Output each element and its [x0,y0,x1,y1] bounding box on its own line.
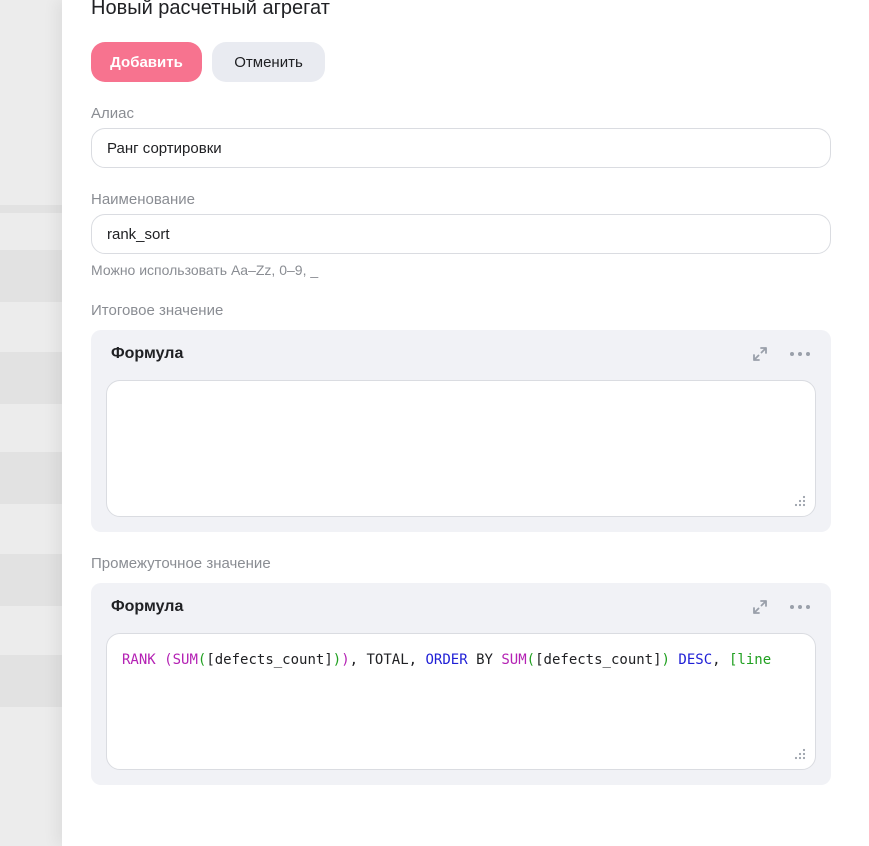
expand-icon[interactable] [751,345,769,363]
formula-token: , TOTAL, [349,652,426,668]
formula-token: [defects_count] [535,652,662,668]
formula-token: ) [341,652,350,668]
formula-token: [line [729,652,772,668]
cancel-button[interactable]: Отменить [212,42,325,82]
formula-token: ) [661,652,670,668]
intermediate-formula-code: RANK (SUM([defects_count])), TOTAL, ORDE… [122,652,771,668]
calculated-aggregate-drawer: Новый расчетный агрегат Добавить Отменит… [62,0,869,846]
intermediate-formula-card: Формула RANK (SUM([defects_count])), TOT… [91,583,831,785]
final-formula-title: Формула [111,345,184,362]
background-stripe [0,250,62,302]
final-value-label: Итоговое значение [91,302,224,319]
final-formula-card: Формула [91,330,831,532]
name-input[interactable] [91,214,831,254]
formula-token: [defects_count] [206,652,333,668]
expand-icon[interactable] [751,598,769,616]
background-stripe [0,352,62,404]
formula-token: RANK [122,652,165,668]
name-hint: Можно использовать Aa–Zz, 0–9, _ [91,262,319,278]
name-label: Наименование [91,191,195,208]
formula-token: BY [467,652,502,668]
more-icon[interactable] [788,598,812,616]
formula-token: SUM [501,652,527,668]
formula-token: SUM [172,652,198,668]
alias-input[interactable] [91,128,831,168]
background-stripe [0,205,62,213]
final-formula-editor[interactable] [106,380,816,517]
more-icon[interactable] [788,345,812,363]
formula-token: ( [164,652,173,668]
formula-token: ORDER [425,652,468,668]
formula-token: DESC [678,652,713,668]
formula-token: ) [332,652,342,668]
formula-token: , [712,652,729,668]
intermediate-formula-editor[interactable]: RANK (SUM([defects_count])), TOTAL, ORDE… [106,633,816,770]
background-stripe [0,452,62,504]
resize-handle-icon[interactable] [793,747,807,761]
intermediate-formula-title: Формула [111,598,184,615]
intermediate-value-label: Промежуточное значение [91,555,271,572]
background-page [0,0,62,846]
alias-label: Алиас [91,105,134,122]
drawer-title: Новый расчетный агрегат [91,0,330,19]
add-button[interactable]: Добавить [91,42,202,82]
background-stripe [0,554,62,606]
formula-token: ( [526,652,536,668]
resize-handle-icon[interactable] [793,494,807,508]
background-stripe [0,655,62,707]
